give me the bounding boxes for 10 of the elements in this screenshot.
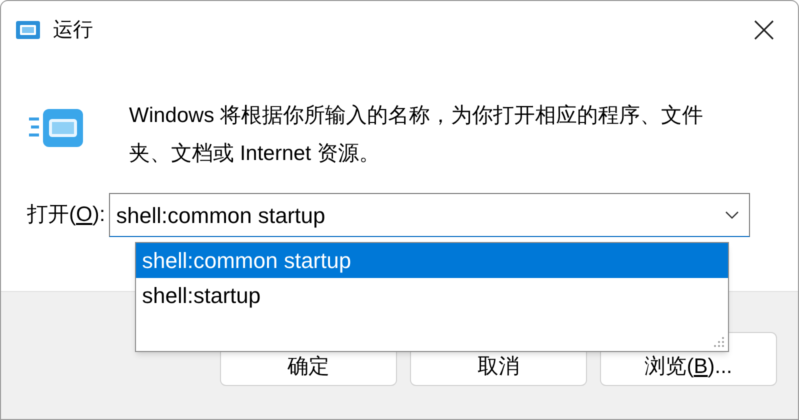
resize-grip-icon[interactable]: [713, 336, 725, 348]
open-combo-box[interactable]: shell:common startup: [109, 193, 750, 237]
window-title: 运行: [53, 18, 93, 43]
instruction-text: Windows 将根据你所输入的名称，为你打开相应的程序、文件夹、文档或 Internet 资源。: [129, 103, 704, 167]
window-icon: [15, 19, 41, 41]
dropdown-option[interactable]: shell:common startup: [136, 243, 728, 278]
chevron-down-icon[interactable]: [725, 211, 740, 219]
close-icon[interactable]: [754, 20, 774, 40]
open-label: 打开(O):: [27, 202, 106, 228]
dropdown-option[interactable]: shell:startup: [136, 278, 728, 313]
